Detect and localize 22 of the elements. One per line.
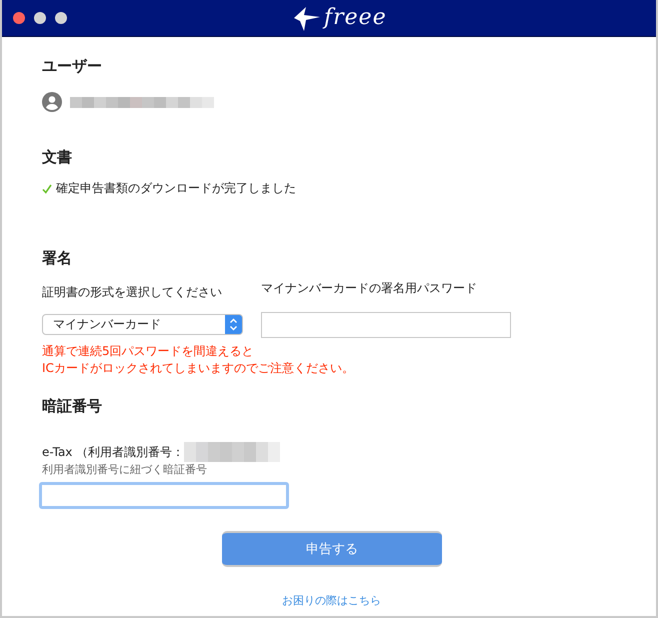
bird-icon [292,4,322,32]
field-label: e-Tax （利用者識別番号： [42,444,184,460]
window-control[interactable] [55,12,67,24]
section-heading: 文書 [42,148,73,167]
hint-text: 利用者識別番号に紐づく暗証番号 [42,462,208,477]
window-control[interactable] [34,12,46,24]
warning-message: 通算で連続5回パスワードを間違えると ICカードがロックされてしまいますのでご注意ください。 [42,343,355,377]
field-label: 証明書の形式を選択してください [42,284,223,300]
help-link[interactable]: お困りの際はこちら [282,593,381,608]
window-control[interactable] [13,12,25,24]
section-heading: 署名 [42,249,73,268]
section-heading: ユーザー [42,57,103,76]
logo: freee [324,5,387,31]
section-heading: 暗証番号 [42,397,103,416]
status-message: 確定申告書類のダウンロードが完了しました [56,180,296,197]
pin-field[interactable] [39,482,289,509]
certificate-select[interactable]: マイナンバーカード [42,314,243,335]
password-field[interactable] [261,312,511,338]
submit-button[interactable]: 申告する [222,531,442,567]
stepper-icon [225,315,242,334]
field-label: マイナンバーカードの署名用パスワード [261,280,478,297]
user-avatar-icon [42,92,62,112]
